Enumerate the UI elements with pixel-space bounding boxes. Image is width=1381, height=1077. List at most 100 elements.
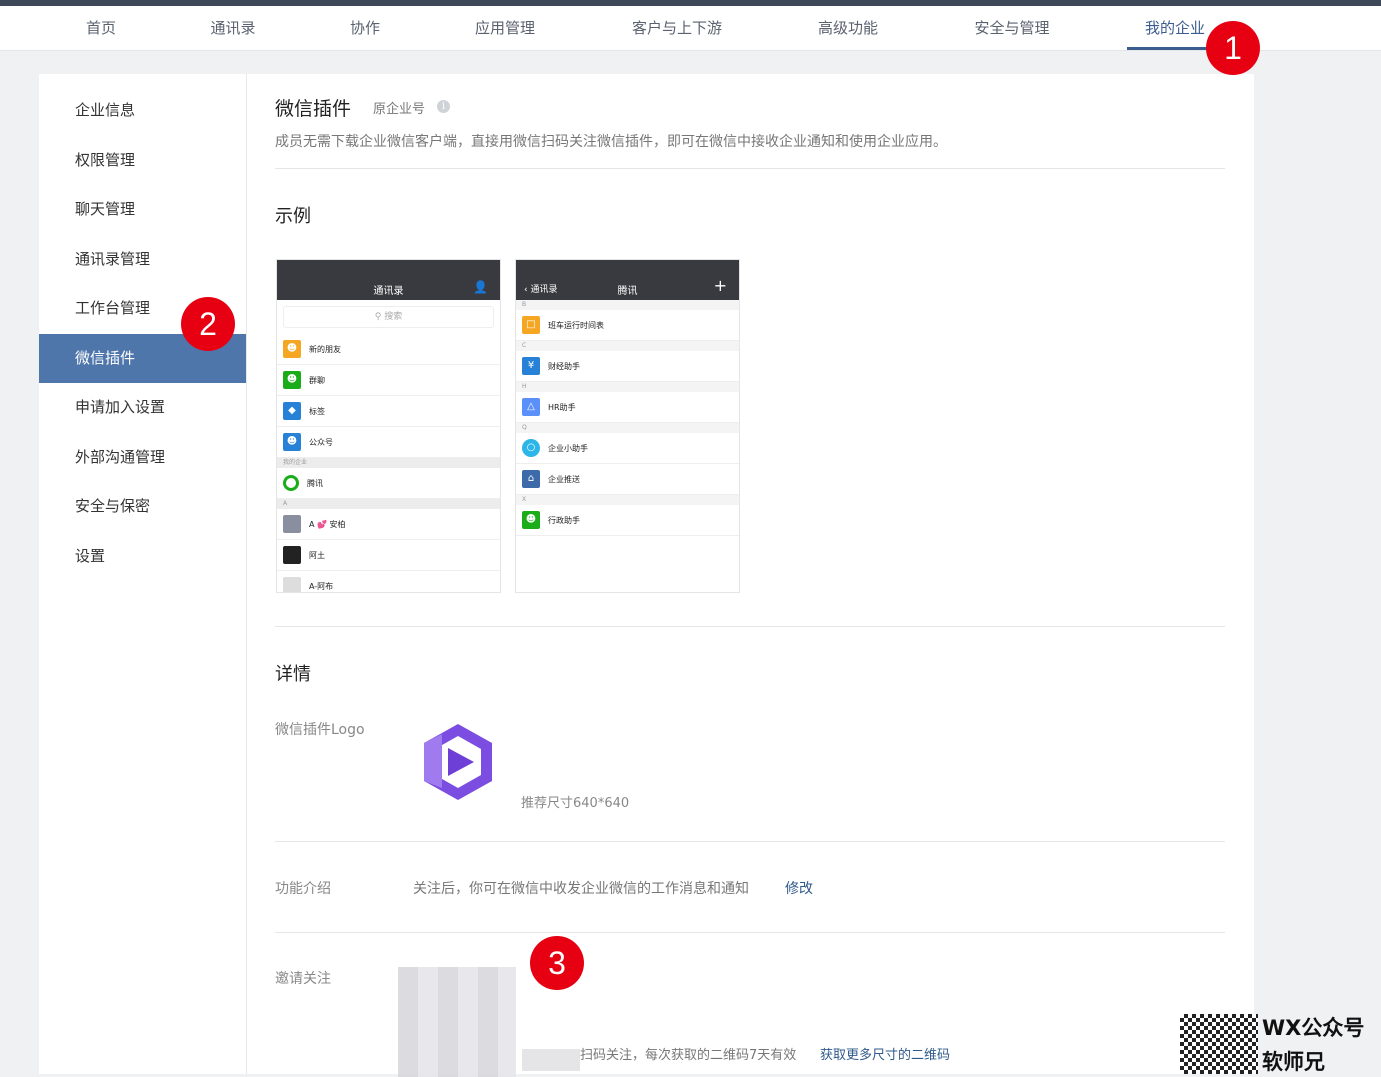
nav-advanced[interactable]: 高级功能 [818,6,878,50]
annotation-marker-3: 3 [530,936,584,990]
nav-contacts[interactable]: 通讯录 [210,6,255,50]
plugin-logo-icon[interactable] [422,722,494,802]
group-header: H [516,382,739,392]
avatar [283,546,301,564]
top-nav: 首页 通讯录 协作 应用管理 客户与上下游 高级功能 安全与管理 我的企业 [0,6,1381,51]
list-item-label: 标签 [309,406,325,416]
annotation-marker-2: 2 [181,297,235,351]
add-contact-icon: 👤 [473,280,488,294]
sidebar-item-contacts[interactable]: 通讯录管理 [39,235,246,284]
list-item: ⌂ 企业推送 [516,464,739,495]
example-title: 示例 [275,206,311,227]
list-item-label: 班车运行时间表 [548,320,604,330]
phone-title: 腾讯 [617,286,638,297]
invite-hint: 扫码关注，每次获取的二维码7天有效 [580,1048,797,1063]
tag-icon: ◆ [283,402,301,420]
sidebar-item-chat[interactable]: 聊天管理 [39,185,246,234]
feature-value: 关注后，你可在微信中收发企业微信的工作消息和通知 [413,881,749,897]
example-phone-contacts: 通讯录 👤 ⚲ 搜索 ☻ 新的朋友 ☻ 群聊 ◆ 标签 ☻ 公众号 我的企业 腾讯 A … [276,259,501,593]
list-item-label: 公众号 [309,437,333,447]
nav-customers[interactable]: 客户与上下游 [632,6,722,50]
sidebar-item-external[interactable]: 外部沟通管理 [39,433,246,482]
home-icon: ⌂ [522,470,540,488]
nav-collab[interactable]: 协作 [350,6,380,50]
sidebar-item-join-settings[interactable]: 申请加入设置 [39,383,246,432]
sidebar-item-settings[interactable]: 设置 [39,532,246,581]
page-title: 微信插件 [275,98,352,120]
example-phone-enterprise: ‹ 通讯录 腾讯 + B □ 班车运行时间表 C ¥ 财经助手 H △ HR助手 Q … [515,259,740,593]
list-item: ☻ 群聊 [277,365,500,396]
list-item-label: 群聊 [309,375,325,385]
list-item: 阿土 [277,540,500,571]
list-item: □ 班车运行时间表 [516,310,739,341]
phone-header: 通讯录 👤 [277,260,500,300]
list-item-label: A 💕 安柏 [309,519,346,529]
divider [275,168,1225,169]
nav-apps[interactable]: 应用管理 [475,6,535,50]
phone-search: ⚲ 搜索 [283,306,494,328]
sidebar-item-security[interactable]: 安全与保密 [39,482,246,531]
list-item: △ HR助手 [516,392,739,423]
title-tag: 原企业号 [373,102,426,117]
phone-title: 通讯录 [373,286,404,297]
phone-header: ‹ 通讯录 腾讯 + [516,260,739,300]
group-header: X [516,495,739,505]
annotation-marker-1: 1 [1206,21,1260,75]
watermark-line1: WX公众号 [1262,1016,1365,1040]
search-placeholder: 搜索 [384,312,403,322]
info-icon[interactable]: i [437,100,450,113]
feature-label: 功能介绍 [275,881,331,897]
list-item-label: 财经助手 [548,361,580,371]
sidebar: 企业信息 权限管理 聊天管理 通讯录管理 工作台管理 微信插件 申请加入设置 外… [39,74,247,1074]
plus-icon: + [713,276,727,295]
list-item-label: 企业推送 [548,474,580,484]
new-friends-icon: ☻ [283,340,301,358]
list-item: A 💕 安柏 [277,509,500,540]
group-header: A [277,499,500,509]
bus-icon: □ [522,316,540,334]
edit-feature-link[interactable]: 修改 [785,878,813,898]
avatar [283,515,301,533]
list-item-label: 腾讯 [307,478,323,488]
nav-home[interactable]: 首页 [86,6,116,50]
group-header: C [516,341,739,351]
list-item-label: 新的朋友 [309,344,341,354]
list-item-label: 企业小助手 [548,443,588,453]
official-account-icon: ☻ [283,433,301,451]
nav-security[interactable]: 安全与管理 [974,6,1049,50]
chat-bubble-icon: ○ [522,439,540,457]
invite-qr-code [398,967,516,1077]
detail-title: 详情 [275,664,311,685]
list-item: ☻ 公众号 [277,427,500,458]
nav-my-enterprise[interactable]: 我的企业 [1145,6,1205,50]
list-item: ☻ 新的朋友 [277,334,500,365]
divider [275,626,1225,627]
logo-size-hint: 推荐尺寸640*640 [521,796,630,811]
list-item-label: 行政助手 [548,515,580,525]
list-item-label: 阿土 [309,550,325,560]
group-header: 我的企业 [277,458,500,468]
list-item: A-阿布 [277,571,500,592]
list-item: ○ 企业小助手 [516,433,739,464]
sidebar-item-enterprise-info[interactable]: 企业信息 [39,86,246,135]
avatar [283,577,301,592]
list-item-label: A-阿布 [309,581,334,591]
more-qr-sizes-link[interactable]: 获取更多尺寸的二维码 [820,1044,950,1063]
blurred-region [522,1049,580,1071]
group-header: Q [516,423,739,433]
list-item: ☻ 行政助手 [516,505,739,536]
logo-label: 微信插件Logo [275,722,365,738]
list-item: 腾讯 [277,468,500,499]
page-description: 成员无需下载企业微信客户端，直接用微信扫码关注微信插件，即可在微信中接收企业通知… [275,134,947,150]
watermark-line2: 软师兄 [1262,1050,1325,1074]
watermark: WX公众号 软师兄 [1180,1012,1381,1074]
list-item: ¥ 财经助手 [516,351,739,382]
divider [275,932,1225,933]
list-item-label: HR助手 [548,402,576,412]
watermark-qr-code [1180,1014,1258,1074]
tencent-logo-icon [283,475,299,491]
sidebar-item-permissions[interactable]: 权限管理 [39,136,246,185]
divider [275,841,1225,842]
main-panel: 微信插件 原企业号 i 成员无需下载企业微信客户端，直接用微信扫码关注微信插件，… [247,74,1254,1077]
hr-icon: △ [522,398,540,416]
